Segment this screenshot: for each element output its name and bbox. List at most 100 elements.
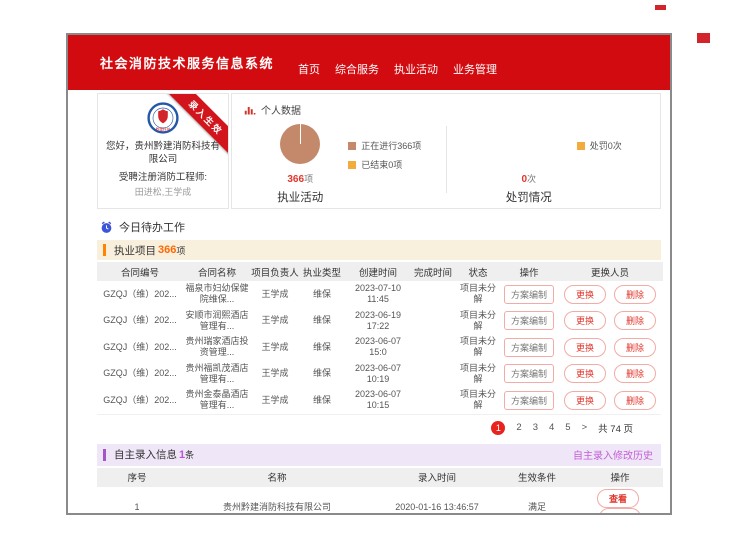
nav-business-management[interactable]: 业务管理: [453, 61, 497, 77]
cell-created: 2023-06-0710:19: [345, 361, 411, 388]
banner-accent-bar: [103, 244, 106, 256]
plan-compile-button[interactable]: 方案编制: [504, 285, 554, 304]
legend-item-finished: 已结束0项: [348, 158, 421, 171]
cell-entry-time: 2020-01-16 13:46:57: [377, 487, 497, 516]
app-header: 社会消防技术服务信息系统 首页 综合服务 执业活动 业务管理: [68, 35, 670, 90]
activity-chart-col: 366项 执业活动: [256, 124, 344, 205]
personal-data-title: 个人数据: [261, 102, 301, 117]
red-artifact: [655, 5, 666, 10]
plan-compile-button[interactable]: 方案编制: [504, 311, 554, 330]
plan-compile-button[interactable]: 方案编制: [504, 338, 554, 357]
red-artifact: [697, 33, 710, 43]
col-condition: 生效条件: [497, 468, 577, 487]
svg-text:黔建科护: 黔建科护: [156, 126, 171, 131]
cell-type: 维保: [299, 387, 345, 414]
todo-section-header: 今日待办工作: [100, 219, 670, 235]
cell-created: 2023-06-1917:22: [345, 308, 411, 335]
legend-swatch: [348, 142, 356, 150]
cell-contract-no: GZQJ（维）202...: [97, 387, 183, 414]
table-row: GZQJ（维）202... 贵州福凯茂酒店管理有... 王学成 维保 2023-…: [97, 361, 663, 388]
page-total: 共 74 页: [598, 421, 633, 435]
cell-created: 2023-06-0715:0: [345, 334, 411, 361]
activity-label: 执业活动: [256, 189, 344, 205]
table-row: GZQJ（维）202... 福泉市妇幼保健院维保... 王学成 维保 2023-…: [97, 281, 663, 308]
activity-legend: 正在进行366项 已结束0项: [348, 139, 421, 205]
engineer-label: 受聘注册消防工程师:: [98, 169, 228, 183]
cell-name: 贵州黔建消防科技有限公司: [177, 487, 377, 516]
cell-contract-name: 贵州金泰晶酒店管理有...: [183, 387, 251, 414]
edit-button[interactable]: 修改: [599, 508, 641, 516]
self-entry-table: 序号 名称 录入时间 生效条件 操作 1 贵州黔建消防科技有限公司 2020-0…: [97, 468, 663, 516]
replace-button[interactable]: 更换: [564, 311, 606, 330]
replace-button[interactable]: 更换: [564, 338, 606, 357]
replace-button[interactable]: 更换: [564, 391, 606, 410]
delete-button[interactable]: 删除: [614, 391, 656, 410]
cell-status: 项目未分解: [455, 387, 501, 414]
view-button[interactable]: 查看: [597, 489, 639, 508]
activity-count: 366项: [256, 169, 344, 187]
delete-button[interactable]: 删除: [614, 364, 656, 383]
banner-accent-bar: [103, 449, 106, 461]
col-operation: 操作: [577, 468, 663, 487]
col-contract-name: 合同名称: [183, 262, 251, 281]
projects-pagination: 1 2 3 4 5 > 共 74 页: [97, 414, 661, 440]
pie-zero-tick: [300, 124, 301, 144]
plan-compile-button[interactable]: 方案编制: [504, 391, 554, 410]
page-5[interactable]: 5: [565, 422, 570, 433]
cell-created: 2023-07-1011:45: [345, 281, 411, 308]
page-4[interactable]: 4: [549, 422, 554, 433]
main-nav: 首页 综合服务 执业活动 业务管理: [298, 61, 497, 77]
punishment-legend: 处罚0次: [577, 139, 622, 205]
replace-button[interactable]: 更换: [564, 364, 606, 383]
cell-status: 项目未分解: [455, 334, 501, 361]
projects-header-row: 合同编号 合同名称 项目负责人 执业类型 创建时间 完成时间 状态 操作 更换人…: [97, 262, 663, 281]
entry-history-link[interactable]: 自主录入修改历史: [573, 447, 661, 462]
projects-banner: 执业项目 366 项: [97, 240, 661, 260]
cell-condition: 满足: [497, 487, 577, 516]
delete-button[interactable]: 删除: [614, 338, 656, 357]
next-page-arrow[interactable]: >: [582, 422, 588, 433]
col-serial: 序号: [97, 468, 177, 487]
cell-contract-name: 福泉市妇幼保健院维保...: [183, 281, 251, 308]
cell-owner: 王学成: [251, 281, 299, 308]
cell-status: 项目未分解: [455, 308, 501, 335]
personal-data-header: 个人数据: [232, 94, 660, 117]
cell-contract-no: GZQJ（维）202...: [97, 334, 183, 361]
legend-swatch: [577, 142, 585, 150]
delete-button[interactable]: 删除: [614, 311, 656, 330]
nav-home[interactable]: 首页: [298, 61, 320, 77]
cell-created: 2023-06-0710:15: [345, 387, 411, 414]
cell-status: 项目未分解: [455, 281, 501, 308]
col-entry-time: 录入时间: [377, 468, 497, 487]
page-2[interactable]: 2: [516, 422, 521, 433]
replace-button[interactable]: 更换: [564, 285, 606, 304]
plan-compile-button[interactable]: 方案编制: [504, 364, 554, 383]
bar-chart-icon: [244, 104, 256, 116]
legend-item-punishment: 处罚0次: [577, 139, 622, 152]
cell-contract-no: GZQJ（维）202...: [97, 308, 183, 335]
cell-finished: [411, 361, 455, 388]
page-3[interactable]: 3: [533, 422, 538, 433]
cell-type: 维保: [299, 281, 345, 308]
todo-section-title: 今日待办工作: [119, 219, 185, 235]
page-current[interactable]: 1: [491, 421, 505, 435]
col-replace-person: 更换人员: [557, 262, 663, 281]
user-greeting: 您好，贵州黔建消防科技有限公司: [106, 141, 220, 167]
col-type: 执业类型: [299, 262, 345, 281]
cell-owner: 王学成: [251, 308, 299, 335]
cell-finished: [411, 281, 455, 308]
cell-owner: 王学成: [251, 334, 299, 361]
punishment-label: 处罚情况: [485, 189, 573, 205]
col-name: 名称: [177, 468, 377, 487]
company-logo-icon: 黔建科护: [147, 102, 179, 134]
personal-data-card: 个人数据 366项 执业活动: [231, 93, 661, 209]
cell-serial: 1: [97, 487, 177, 516]
cell-contract-no: GZQJ（维）202...: [97, 361, 183, 388]
delete-button[interactable]: 删除: [614, 285, 656, 304]
nav-comprehensive-services[interactable]: 综合服务: [335, 61, 379, 77]
cell-contract-name: 贵州瑞家酒店投资管理...: [183, 334, 251, 361]
cell-type: 维保: [299, 361, 345, 388]
self-entry-banner: 自主录入信息 1 条 自主录入修改历史: [97, 444, 661, 466]
nav-practice-activities[interactable]: 执业活动: [394, 61, 438, 77]
table-row: GZQJ（维）202... 贵州瑞家酒店投资管理... 王学成 维保 2023-…: [97, 334, 663, 361]
